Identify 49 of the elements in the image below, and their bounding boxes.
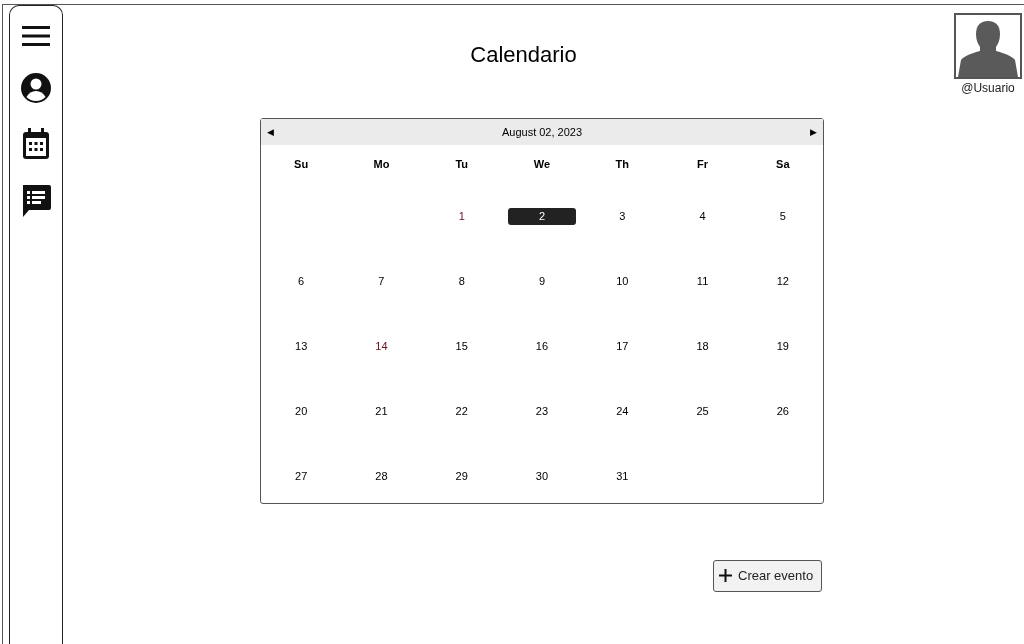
day-cell[interactable]: 23 [508,402,576,420]
day-cell[interactable]: 22 [427,402,496,420]
day-cell[interactable]: 13 [267,337,336,355]
menu-icon[interactable] [21,24,51,48]
day-cell[interactable]: 4 [668,207,737,225]
day-cell[interactable]: 11 [668,272,737,290]
weekday-label: Mo [372,157,391,172]
weekday-label: Fr [696,157,710,172]
weekday-label: Th [614,157,630,172]
day-cell[interactable]: 16 [508,337,576,355]
day-cell[interactable]: 6 [267,272,336,290]
day-cell[interactable]: 5 [748,207,817,225]
username: @Usuario [961,81,1015,95]
day-cell[interactable]: 17 [588,337,657,355]
calendar-icon[interactable] [22,128,50,160]
day-cell[interactable]: 19 [748,337,817,355]
day-cell[interactable]: 15 [427,337,496,355]
day-cell[interactable]: 20 [267,402,336,420]
day-cell[interactable]: 12 [748,272,817,290]
weekday-label: Tu [454,157,469,172]
day-cell[interactable]: 7 [347,272,416,290]
day-cell[interactable]: 25 [668,402,737,420]
page-title: Calendario [469,42,578,68]
weekday-label: Sa [775,157,791,172]
day-cell[interactable]: 29 [427,467,496,485]
create-event-button[interactable]: Crear evento [713,560,823,592]
day-cell[interactable]: 3 [588,207,657,225]
day-cell[interactable]: 21 [347,402,416,420]
day-cell[interactable]: 30 [508,467,576,485]
weekday-label: Su [293,157,310,172]
previous-month-button[interactable]: ◀ [267,127,274,137]
user-icon[interactable] [20,72,52,104]
day-cell[interactable]: 24 [588,402,657,420]
day-cell[interactable]: 8 [427,272,496,290]
day-cell[interactable]: 18 [668,337,737,355]
day-cell[interactable]: 2 [508,207,576,225]
day-cell[interactable]: 10 [588,272,657,290]
day-cell[interactable]: 31 [588,467,657,485]
weekday-label: We [532,157,552,172]
next-month-button[interactable]: ▶ [810,127,817,137]
day-cell[interactable]: 27 [267,467,336,485]
day-cell[interactable]: 14 [347,337,416,355]
month-label: August 02, 2023 [501,124,583,140]
message-list-icon[interactable] [20,184,52,218]
day-cell[interactable]: 9 [508,272,576,290]
plus-icon [719,569,732,583]
day-cell[interactable]: 26 [748,402,817,420]
day-cell[interactable]: 28 [347,467,416,485]
day-cell[interactable]: 1 [427,207,496,225]
